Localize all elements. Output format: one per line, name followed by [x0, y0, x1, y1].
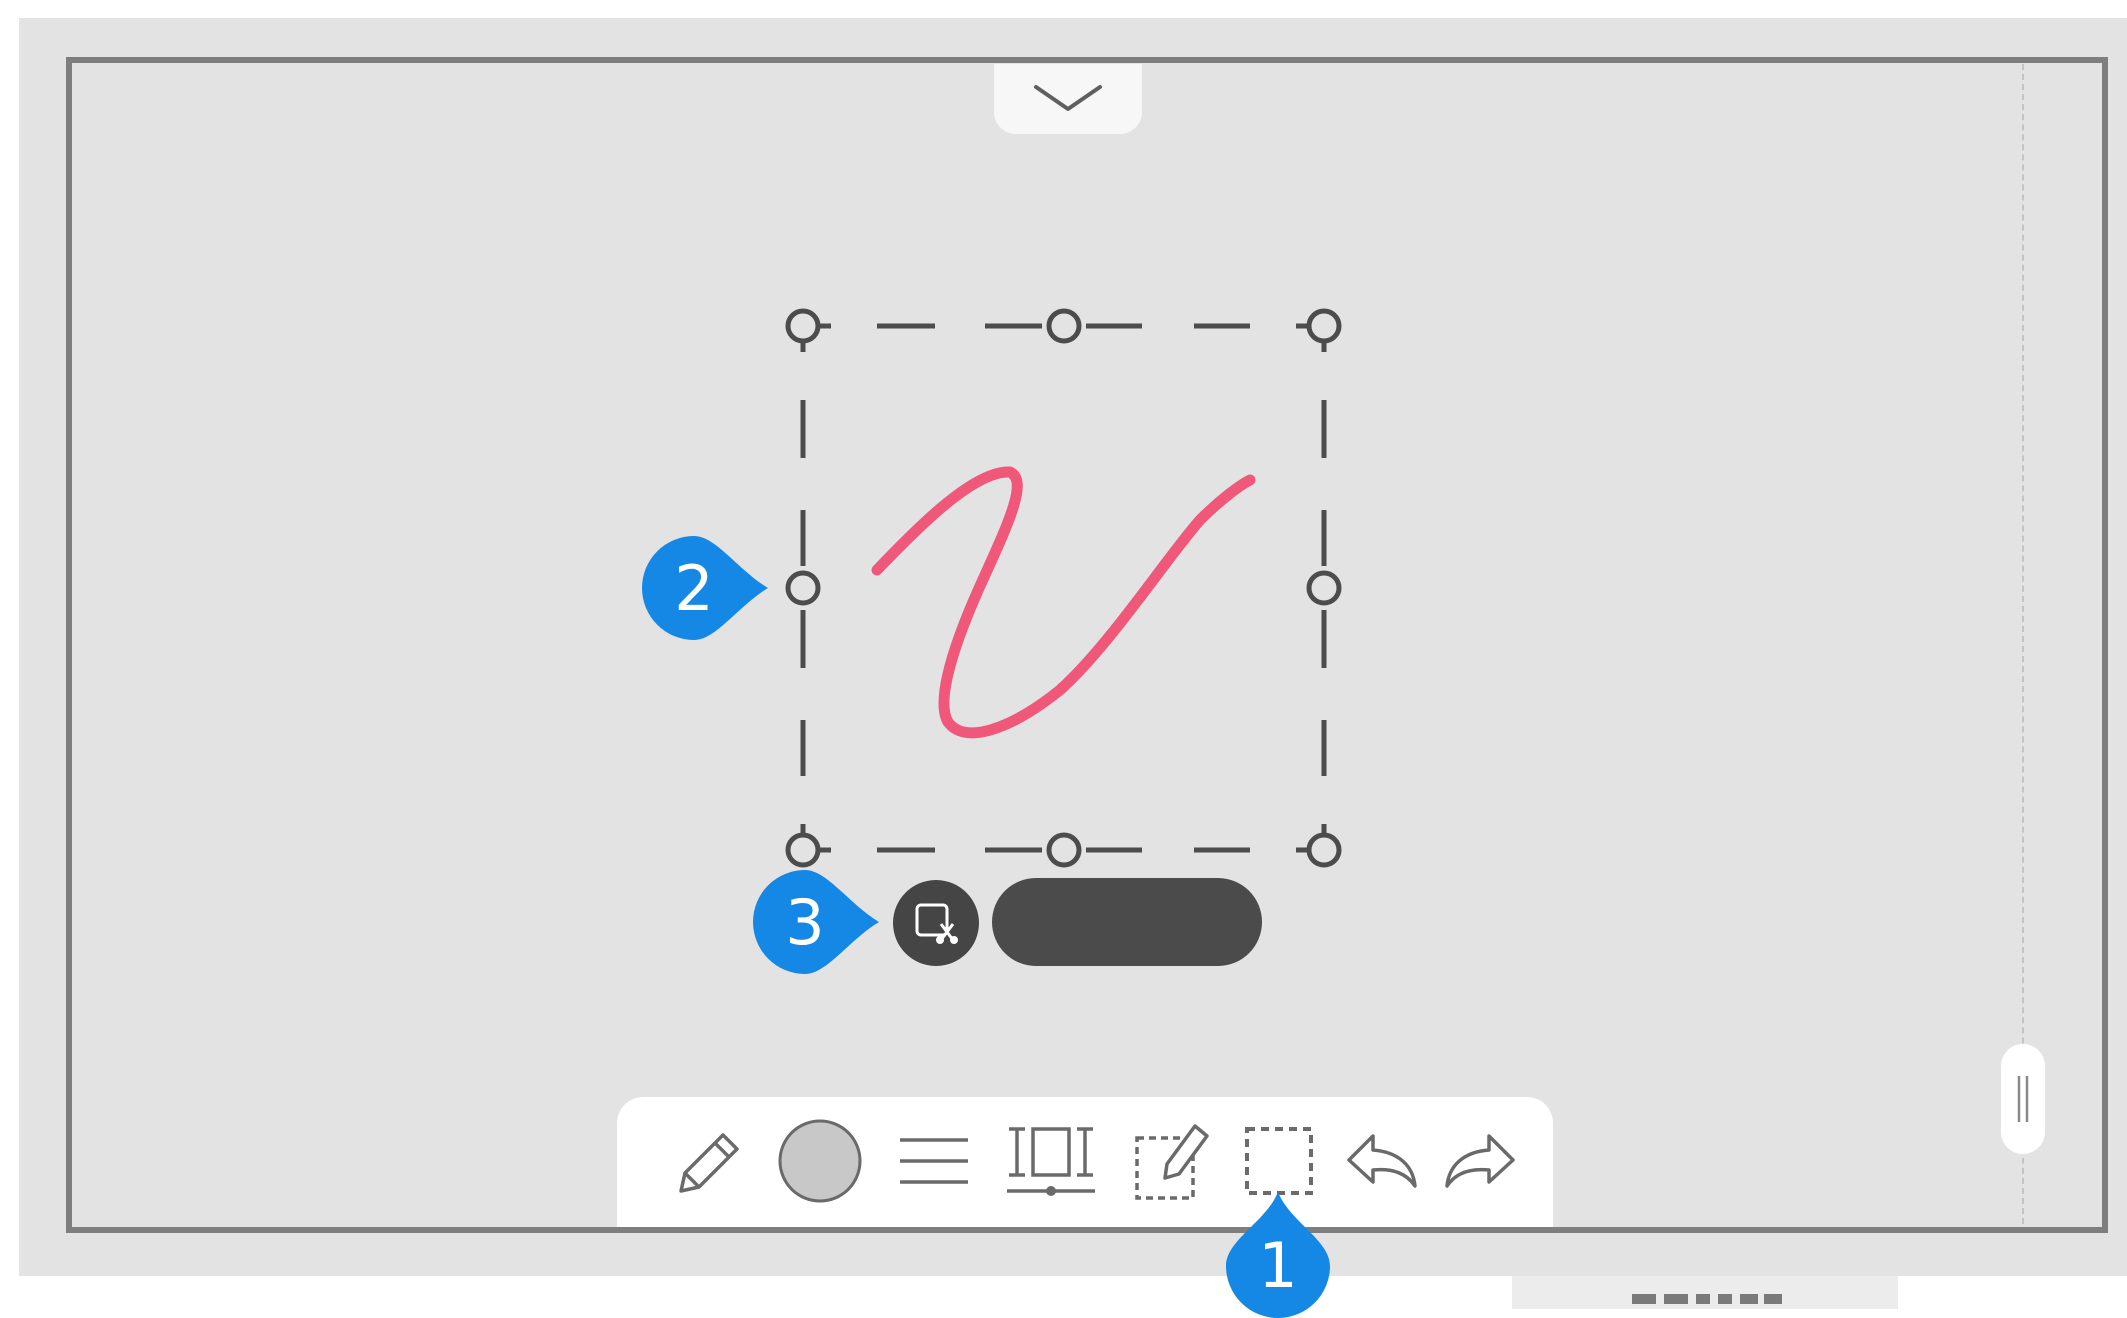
callout-2: 2	[642, 536, 768, 640]
undo-icon	[1347, 1134, 1417, 1188]
pen-tool-button[interactable]	[657, 1109, 757, 1213]
drawing-toolbar	[617, 1097, 1553, 1227]
callout-label: 3	[785, 885, 825, 959]
redo-icon	[1445, 1134, 1515, 1188]
resize-handle-bottom-left[interactable]	[785, 824, 831, 868]
stroke-width-button[interactable]	[884, 1109, 984, 1213]
fit-width-icon	[1007, 1127, 1095, 1196]
color-swatch-icon	[778, 1119, 862, 1203]
redo-button[interactable]	[1431, 1109, 1531, 1213]
edit-tool-button[interactable]	[1122, 1109, 1222, 1213]
lines-icon	[900, 1138, 968, 1184]
page-size-button[interactable]	[1001, 1109, 1101, 1213]
bottom-bar	[1512, 1276, 1898, 1309]
edit-note-icon	[1135, 1124, 1209, 1200]
resize-handle-left[interactable]	[785, 570, 821, 606]
crop-button[interactable]	[893, 880, 979, 966]
callout-3: 3	[753, 870, 879, 974]
ink-stroke[interactable]	[871, 466, 1256, 739]
color-tool-button[interactable]	[770, 1109, 870, 1213]
callout-label: 1	[1258, 1229, 1298, 1302]
indicator-icon	[1632, 1294, 1782, 1304]
resize-handle-bottom-right[interactable]	[1296, 824, 1342, 868]
resize-handle-top-right[interactable]	[1296, 308, 1342, 352]
resize-handle-top-left[interactable]	[785, 308, 831, 352]
selection-box	[785, 308, 1342, 868]
resize-handle-bottom[interactable]	[1046, 832, 1082, 868]
callout-1: 1	[1226, 1188, 1330, 1318]
crop-icon	[915, 903, 958, 944]
undo-button[interactable]	[1331, 1109, 1431, 1213]
callout-label: 2	[674, 551, 714, 625]
resize-handle-right[interactable]	[1306, 570, 1342, 606]
selection-action-pill[interactable]	[992, 878, 1262, 966]
resize-handle-top[interactable]	[1046, 308, 1082, 344]
grip-icon	[2017, 1076, 2029, 1122]
side-drag-handle[interactable]	[2001, 1044, 2045, 1154]
pencil-icon	[679, 1133, 739, 1193]
